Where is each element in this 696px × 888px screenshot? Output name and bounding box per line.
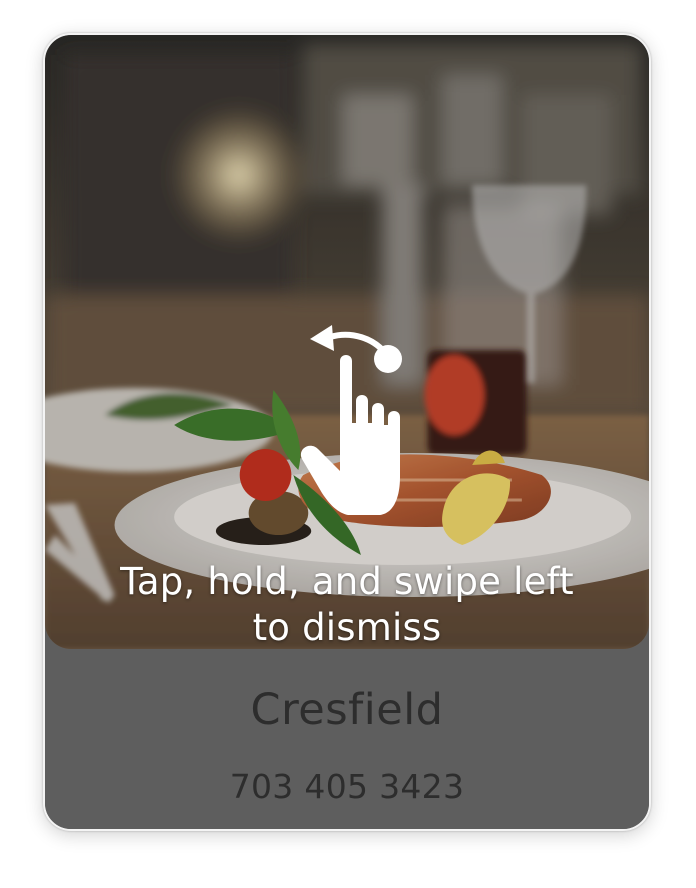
restaurant-phone[interactable]: 703 405 3423: [45, 767, 649, 806]
restaurant-name: Cresfield: [250, 685, 444, 735]
dismiss-hint-line2: to dismiss: [252, 606, 442, 649]
restaurant-card[interactable]: Tap, hold, and swipe left to dismiss Cre…: [43, 33, 651, 831]
swipe-left-hand-icon: [300, 325, 402, 515]
dismiss-hint: Tap, hold, and swipe left to dismiss: [45, 559, 649, 649]
restaurant-info: Cresfield 703 405 3423: [45, 649, 649, 829]
restaurant-photo: Tap, hold, and swipe left to dismiss: [45, 35, 649, 649]
dismiss-hint-line1: Tap, hold, and swipe left: [120, 560, 574, 603]
